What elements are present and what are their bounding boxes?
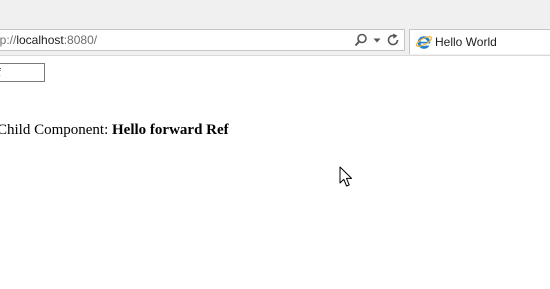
mouse-cursor-icon [339,166,353,187]
browser-tab[interactable]: Hello World [409,29,550,54]
address-host: localhost [16,33,64,47]
ref-input[interactable]: f [0,63,45,82]
chevron-down-icon[interactable] [373,33,381,47]
address-bar-icons [354,32,400,48]
child-component-text: Child Component: Hello forward Ref [0,122,229,139]
address-suffix: :8080/ [63,33,98,47]
refresh-icon[interactable] [386,33,400,47]
address-bar[interactable]: ttp://localhost:8080/ [0,29,405,51]
child-component-value: Hello forward Ref [112,122,229,138]
address-url[interactable]: ttp://localhost:8080/ [0,33,97,47]
tab-title: Hello World [435,35,497,49]
address-prefix: ttp:// [0,33,17,47]
child-component-label: Child Component: [0,122,113,138]
ie-icon [415,36,433,49]
search-icon[interactable] [354,33,368,47]
page-content: f Child Component: Hello forward Ref [0,56,550,289]
